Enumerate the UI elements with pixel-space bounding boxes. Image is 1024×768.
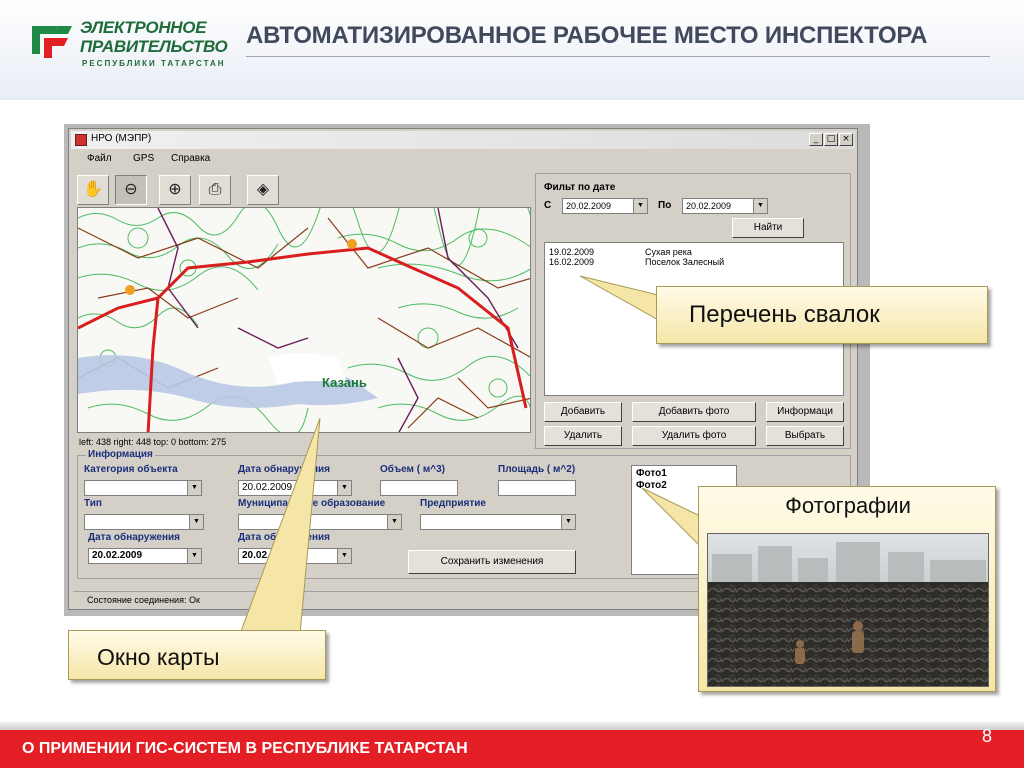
slide: ЭЛЕКТРОННОЕ ПРАВИТЕЛЬСТВО РЕСПУБЛИКИ ТАТ…	[0, 0, 1024, 768]
photos-callout-label: Фотографии	[785, 493, 911, 518]
footer-text: О ПРИМЕНИИ ГИС-СИСТЕМ В РЕСПУБЛИКЕ ТАТАР…	[22, 740, 468, 757]
photos-callout: Фотографии	[698, 486, 996, 692]
slide-footer: О ПРИМЕНИИ ГИС-СИСТЕМ В РЕСПУБЛИКЕ ТАТАР…	[0, 726, 1024, 768]
dumps-list-callout: Перечень свалок	[656, 286, 988, 344]
dump-photo-image	[708, 534, 988, 686]
map-window-callout: Окно карты	[68, 630, 326, 680]
dump-photo	[707, 533, 989, 687]
page-number: 8	[982, 726, 993, 746]
footer-band	[0, 722, 1024, 730]
